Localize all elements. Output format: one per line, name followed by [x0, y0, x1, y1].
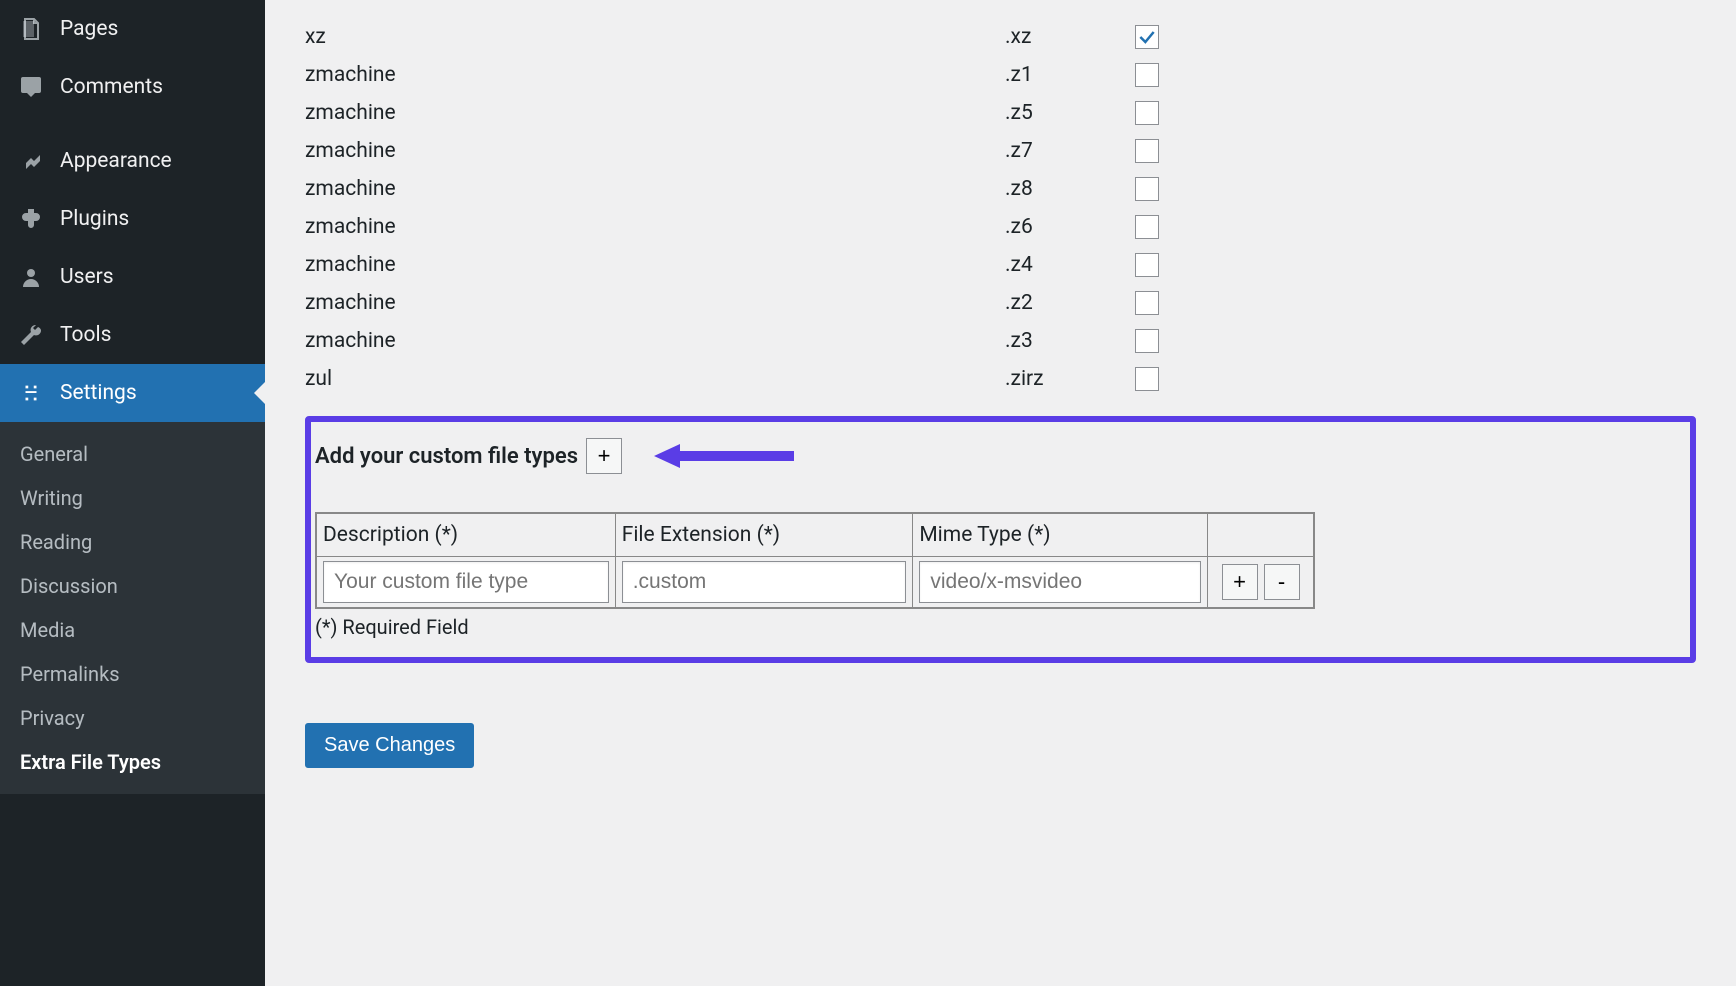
- plugins-icon: [16, 204, 46, 234]
- file-type-checkbox[interactable]: [1135, 139, 1159, 163]
- file-type-row: zmachine.z2: [305, 284, 1696, 322]
- file-type-row: xz.xz: [305, 18, 1696, 56]
- users-icon: [16, 262, 46, 292]
- required-note: (*) Required Field: [315, 615, 1686, 639]
- file-type-ext: .z7: [1005, 139, 1135, 163]
- file-type-ext: .z2: [1005, 291, 1135, 315]
- file-type-row: zmachine.z1: [305, 56, 1696, 94]
- sidebar-item-label: Plugins: [60, 207, 129, 231]
- file-type-name: zmachine: [305, 253, 1005, 277]
- admin-sidebar: Pages Comments Appearance Plugins Users: [0, 0, 265, 986]
- file-type-checkbox[interactable]: [1135, 215, 1159, 239]
- submenu-permalinks[interactable]: Permalinks: [0, 652, 265, 696]
- sidebar-item-appearance[interactable]: Appearance: [0, 132, 265, 190]
- col-description: Description (*): [316, 513, 615, 557]
- file-type-name: zmachine: [305, 215, 1005, 239]
- file-type-name: zmachine: [305, 101, 1005, 125]
- extension-input[interactable]: [622, 561, 907, 603]
- file-type-ext: .z8: [1005, 177, 1135, 201]
- file-type-checkbox[interactable]: [1135, 367, 1159, 391]
- file-type-checkbox[interactable]: [1135, 25, 1159, 49]
- sidebar-item-label: Comments: [60, 75, 163, 99]
- appearance-icon: [16, 146, 46, 176]
- file-type-ext: .xz: [1005, 25, 1135, 49]
- sidebar-item-pages[interactable]: Pages: [0, 0, 265, 58]
- file-type-checkbox[interactable]: [1135, 177, 1159, 201]
- col-mime: Mime Type (*): [913, 513, 1208, 557]
- sidebar-item-tools[interactable]: Tools: [0, 306, 265, 364]
- description-input[interactable]: [323, 561, 609, 603]
- pages-icon: [16, 14, 46, 44]
- sidebar-item-users[interactable]: Users: [0, 248, 265, 306]
- file-type-row: zul.zirz: [305, 360, 1696, 398]
- custom-file-types-section: Add your custom file types + Description…: [305, 416, 1696, 663]
- mime-input[interactable]: [919, 561, 1201, 603]
- file-type-checkbox[interactable]: [1135, 101, 1159, 125]
- custom-file-types-table: Description (*) File Extension (*) Mime …: [315, 512, 1315, 609]
- file-type-checkbox[interactable]: [1135, 291, 1159, 315]
- submenu-extra-file-types[interactable]: Extra File Types: [0, 740, 265, 784]
- file-type-ext: .z3: [1005, 329, 1135, 353]
- submenu-reading[interactable]: Reading: [0, 520, 265, 564]
- file-type-row: zmachine.z7: [305, 132, 1696, 170]
- settings-submenu: General Writing Reading Discussion Media…: [0, 422, 265, 794]
- sidebar-item-label: Tools: [60, 323, 111, 347]
- annotation-arrow-icon: [654, 442, 794, 470]
- file-type-name: zmachine: [305, 291, 1005, 315]
- sidebar-item-settings[interactable]: Settings: [0, 364, 265, 422]
- file-type-name: zmachine: [305, 139, 1005, 163]
- submenu-writing[interactable]: Writing: [0, 476, 265, 520]
- tools-icon: [16, 320, 46, 350]
- file-type-row: zmachine.z6: [305, 208, 1696, 246]
- file-type-ext: .z4: [1005, 253, 1135, 277]
- file-type-row: zmachine.z5: [305, 94, 1696, 132]
- file-type-list: xz.xzzmachine.z1zmachine.z5zmachine.z7zm…: [305, 0, 1696, 398]
- settings-icon: [16, 378, 46, 408]
- save-changes-button[interactable]: Save Changes: [305, 723, 474, 768]
- row-remove-button[interactable]: -: [1264, 564, 1300, 600]
- sidebar-item-label: Appearance: [60, 149, 172, 173]
- file-type-checkbox[interactable]: [1135, 63, 1159, 87]
- file-type-row: zmachine.z4: [305, 246, 1696, 284]
- file-type-checkbox[interactable]: [1135, 329, 1159, 353]
- file-type-ext: .z1: [1005, 63, 1135, 87]
- col-extension: File Extension (*): [615, 513, 913, 557]
- file-type-name: zmachine: [305, 177, 1005, 201]
- sidebar-item-label: Users: [60, 265, 114, 289]
- sidebar-item-label: Pages: [60, 17, 118, 41]
- comments-icon: [16, 72, 46, 102]
- submenu-general[interactable]: General: [0, 432, 265, 476]
- sidebar-item-plugins[interactable]: Plugins: [0, 190, 265, 248]
- custom-heading-label: Add your custom file types: [315, 444, 578, 469]
- add-custom-type-button[interactable]: +: [586, 438, 622, 474]
- row-add-button[interactable]: +: [1222, 564, 1258, 600]
- submenu-privacy[interactable]: Privacy: [0, 696, 265, 740]
- file-type-ext: .zirz: [1005, 367, 1135, 391]
- file-type-ext: .z5: [1005, 101, 1135, 125]
- file-type-name: zul: [305, 367, 1005, 391]
- file-type-row: zmachine.z3: [305, 322, 1696, 360]
- custom-type-row: + -: [316, 557, 1314, 609]
- submenu-discussion[interactable]: Discussion: [0, 564, 265, 608]
- submenu-media[interactable]: Media: [0, 608, 265, 652]
- file-type-checkbox[interactable]: [1135, 253, 1159, 277]
- file-type-row: zmachine.z8: [305, 170, 1696, 208]
- sidebar-item-comments[interactable]: Comments: [0, 58, 265, 116]
- file-type-name: zmachine: [305, 63, 1005, 87]
- file-type-ext: .z6: [1005, 215, 1135, 239]
- main-content: xz.xzzmachine.z1zmachine.z5zmachine.z7zm…: [265, 0, 1736, 986]
- file-type-name: xz: [305, 25, 1005, 49]
- file-type-name: zmachine: [305, 329, 1005, 353]
- sidebar-item-label: Settings: [60, 381, 137, 405]
